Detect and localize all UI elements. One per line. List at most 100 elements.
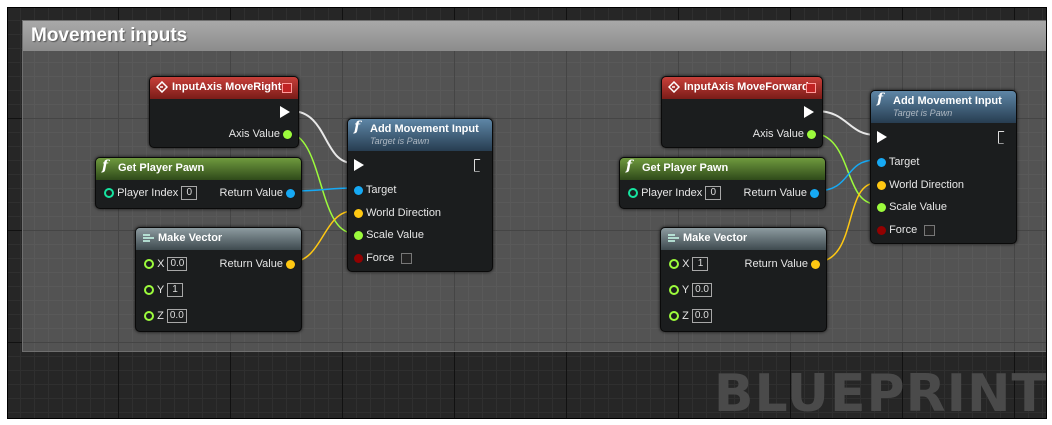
world-direction-pin[interactable]: World Direction (877, 177, 964, 193)
vector-pin-icon (354, 208, 363, 218)
node-header: Make Vector (136, 228, 301, 250)
node-title: Get Player Pawn (118, 162, 205, 174)
x-pin[interactable]: X 0.0 (144, 256, 188, 272)
force-checkbox[interactable] (401, 252, 413, 264)
x-input[interactable]: 1 (692, 257, 709, 272)
bool-pin-icon (877, 225, 886, 235)
vector-pin-icon (286, 259, 295, 269)
scale-value-pin[interactable]: Scale Value (877, 199, 947, 215)
object-pin-icon (810, 188, 819, 198)
make-vector-node[interactable]: Make Vector X 1 Y 0.0 Z 0.0 Return Value (660, 227, 827, 332)
exec-input-pin[interactable] (354, 157, 364, 173)
pin-label: Force (366, 252, 395, 264)
axis-value-pin[interactable]: Axis Value (229, 126, 292, 142)
force-checkbox[interactable] (924, 224, 936, 236)
scale-value-pin[interactable]: Scale Value (354, 227, 424, 243)
world-direction-pin[interactable]: World Direction (354, 205, 441, 221)
vector-pin-icon (811, 259, 820, 269)
x-input[interactable]: 0.0 (167, 257, 188, 272)
pin-label: Target (365, 184, 397, 196)
y-pin[interactable]: Y 0.0 (669, 282, 712, 298)
z-pin[interactable]: Z 0.0 (669, 308, 712, 324)
float-pin-icon (283, 129, 292, 139)
exec-wire[interactable] (815, 110, 877, 136)
return-value-pin[interactable]: Return Value (220, 256, 295, 272)
input-axis-node[interactable]: InputAxis MoveForward Axis Value (661, 76, 823, 148)
z-pin[interactable]: Z 0.0 (144, 308, 187, 324)
player-index-input[interactable]: 0 (705, 186, 722, 201)
object-pin-icon (286, 188, 295, 198)
node-header: InputAxis MoveRight (150, 77, 298, 99)
pin-label: Player Index (641, 187, 703, 199)
get-player-pawn-node[interactable]: f Get Player Pawn Player Index 0 Return … (619, 157, 826, 209)
node-title: Make Vector (158, 232, 223, 244)
make-vector-icon (142, 232, 154, 244)
node-title: Add Movement Input (893, 95, 1002, 107)
pin-label: Scale Value (889, 201, 947, 213)
object-pin-icon (877, 157, 886, 167)
exec-pin-icon (354, 159, 364, 172)
z-input[interactable]: 0.0 (691, 309, 712, 324)
pin-label: Force (889, 224, 918, 236)
return-value-pin[interactable]: Return Value (744, 185, 819, 201)
node-subtitle: Target is Pawn (370, 136, 430, 146)
pin-label: Scale Value (366, 229, 424, 241)
force-pin[interactable]: Force (354, 250, 413, 266)
float-pin-icon (144, 285, 154, 296)
pin-label: X (157, 258, 165, 270)
int-pin-icon (628, 188, 638, 199)
exec-output-pin[interactable] (804, 104, 814, 120)
get-player-pawn-node[interactable]: f Get Player Pawn Player Index 0 Return … (95, 157, 302, 209)
node-title: Make Vector (683, 232, 748, 244)
exec-pin-icon (280, 106, 290, 119)
node-subtitle: Target is Pawn (893, 108, 953, 118)
node-title: Add Movement Input (370, 123, 479, 135)
player-index-pin[interactable]: Player Index 0 (628, 185, 722, 201)
exec-output-pin[interactable] (998, 129, 1008, 145)
pin-label: Y (681, 284, 689, 296)
pin-label: Return Value (744, 258, 808, 270)
exec-pin-icon (877, 131, 887, 144)
node-title: InputAxis MoveForward (684, 81, 809, 93)
exec-output-pin[interactable] (474, 157, 484, 173)
z-input[interactable]: 0.0 (166, 309, 187, 324)
exec-input-pin[interactable] (877, 129, 887, 145)
pin-label: Y (156, 284, 164, 296)
exec-wire[interactable] (290, 110, 354, 164)
return-value-pin[interactable]: Return Value (220, 185, 295, 201)
float-pin-icon (807, 129, 816, 139)
player-index-input[interactable]: 0 (181, 186, 198, 201)
y-pin[interactable]: Y 1 (144, 282, 184, 298)
player-index-pin[interactable]: Player Index 0 (104, 185, 198, 201)
output-delegate-icon (806, 83, 816, 93)
blueprint-graph-canvas[interactable]: Movement inputs InputAxis MoveRight Axis… (7, 7, 1047, 419)
return-value-pin[interactable]: Return Value (745, 256, 820, 272)
add-movement-input-node[interactable]: f Add Movement Input Target is Pawn Targ… (870, 90, 1017, 244)
y-input[interactable]: 0.0 (692, 283, 712, 298)
axis-value-pin[interactable]: Axis Value (753, 126, 816, 142)
pin-label: World Direction (889, 179, 965, 191)
node-header: f Add Movement Input Target is Pawn (348, 119, 492, 151)
pin-label: Z (157, 310, 164, 322)
function-f-icon: f (877, 91, 884, 107)
pin-label: Axis Value (228, 128, 280, 140)
input-axis-node[interactable]: InputAxis MoveRight Axis Value (149, 76, 299, 148)
x-pin[interactable]: X 1 (669, 256, 709, 272)
diamond-arrow-icon (667, 80, 681, 94)
pin-label: X (682, 258, 690, 270)
target-pin[interactable]: Target (354, 182, 396, 198)
node-header: Make Vector (661, 228, 826, 250)
diamond-arrow-icon (155, 80, 169, 94)
function-f-icon: f (354, 119, 361, 135)
target-pin[interactable]: Target (877, 154, 919, 170)
bool-pin-icon (354, 253, 363, 263)
add-movement-input-node[interactable]: f Add Movement Input Target is Pawn Targ… (347, 118, 493, 272)
object-pin-icon (354, 185, 363, 195)
make-vector-node[interactable]: Make Vector X 0.0 Y 1 Z 0.0 Return Value (135, 227, 302, 332)
force-pin[interactable]: Force (877, 222, 936, 238)
function-f-icon: f (102, 158, 109, 174)
pin-label: Return Value (219, 258, 283, 270)
y-input[interactable]: 1 (167, 283, 184, 298)
exec-output-pin[interactable] (280, 104, 290, 120)
float-pin-icon (354, 230, 363, 240)
